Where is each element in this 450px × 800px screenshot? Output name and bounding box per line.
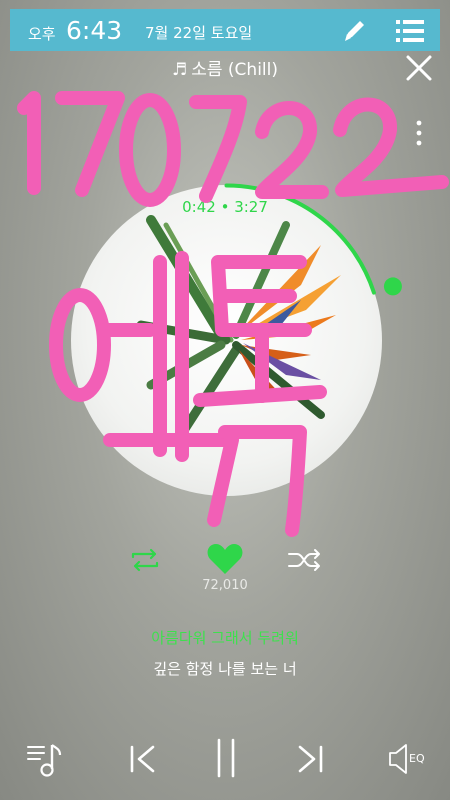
pencil-icon[interactable]	[340, 15, 370, 45]
genre-title[interactable]: ♬ 소름 (Chill)	[0, 55, 450, 80]
album-art-image	[136, 215, 341, 440]
repeat-icon[interactable]	[128, 548, 162, 572]
pause-icon[interactable]	[212, 737, 240, 779]
more-vertical-icon[interactable]	[412, 118, 426, 148]
list-menu-icon[interactable]	[394, 17, 426, 45]
heart-icon[interactable]	[206, 542, 244, 576]
lyric-next[interactable]: 깊은 함정 나를 보는 너	[0, 658, 450, 679]
progress-knob[interactable]	[383, 277, 402, 296]
status-date: 7월 22일 토요일	[145, 24, 253, 42]
status-time: 6:43	[66, 16, 123, 45]
album-art[interactable]	[71, 185, 382, 496]
timecode: 0:42 • 3:27	[0, 198, 450, 216]
like-count: 72,010	[202, 578, 248, 593]
music-note-icon: ♬	[171, 60, 188, 80]
elapsed-time: 0:42	[182, 198, 216, 216]
next-icon[interactable]	[295, 743, 325, 775]
time-separator: •	[220, 198, 230, 216]
close-icon[interactable]	[403, 52, 435, 84]
genre-label: 소름 (Chill)	[191, 60, 278, 80]
status-bar: 오후 6:43 7월 22일 토요일	[10, 9, 440, 51]
playlist-icon[interactable]	[26, 739, 64, 779]
eq-label[interactable]: EQ	[409, 752, 425, 765]
action-row	[0, 540, 450, 580]
transport-bar	[0, 735, 450, 785]
lyric-current[interactable]: 아름다워 그래서 두려워	[0, 627, 450, 648]
previous-icon[interactable]	[128, 743, 158, 775]
status-ampm: 오후	[28, 25, 56, 43]
shuffle-icon[interactable]	[287, 548, 323, 572]
duration-time: 3:27	[234, 198, 268, 216]
